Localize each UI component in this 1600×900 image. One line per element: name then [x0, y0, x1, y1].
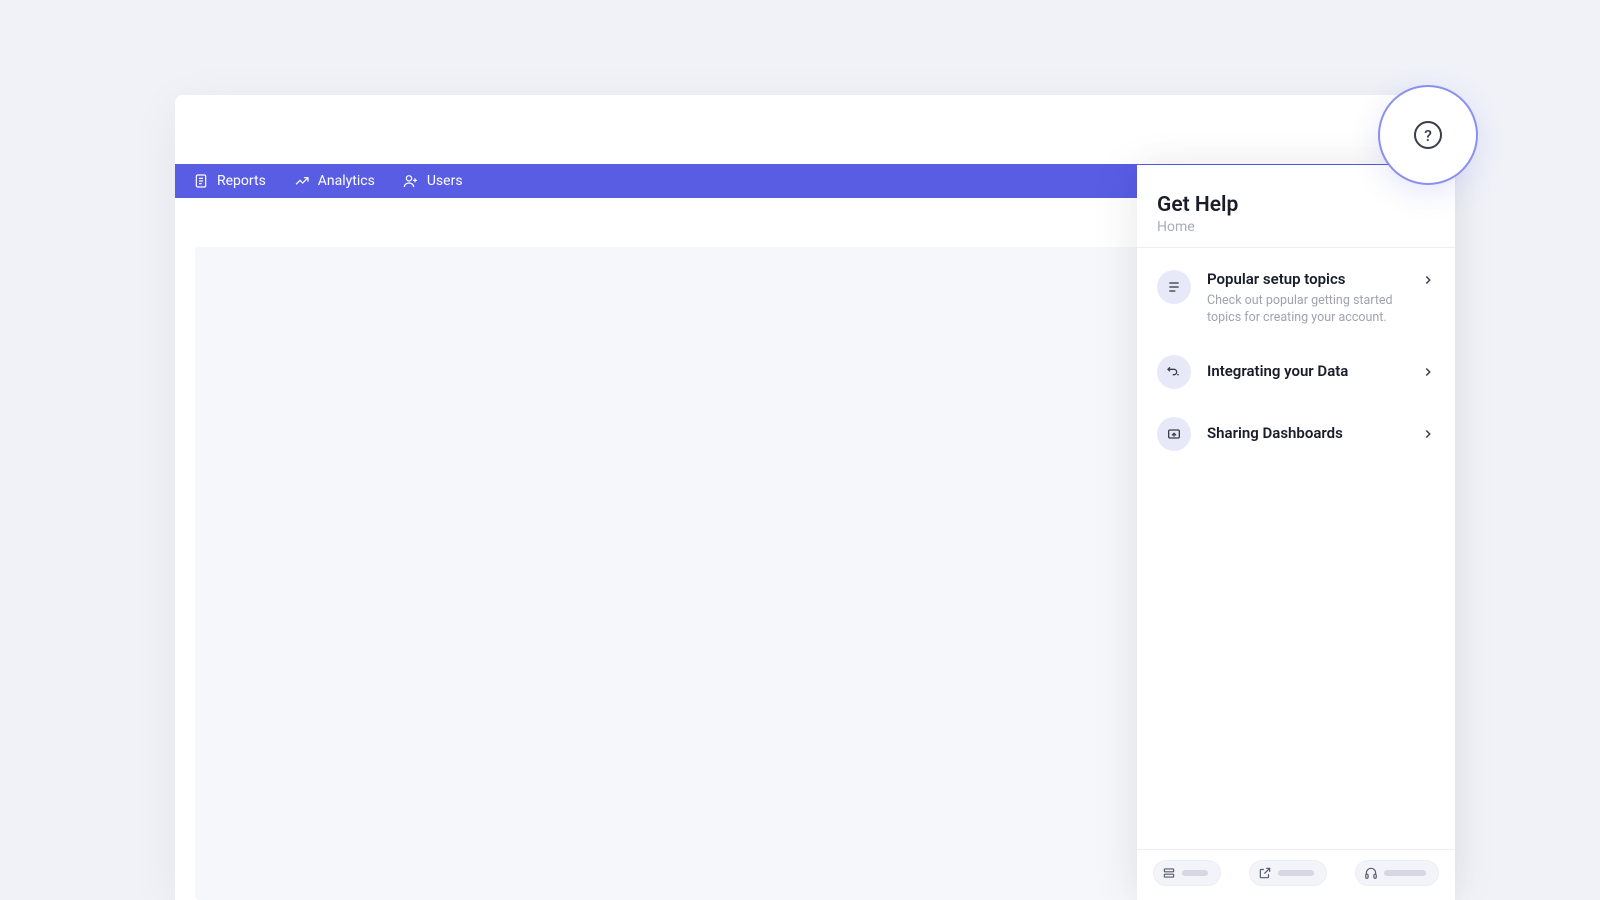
footer-action-2[interactable] [1249, 860, 1327, 886]
help-item-popular-setup[interactable]: Popular setup topics Check out popular g… [1137, 256, 1455, 341]
header-area [175, 95, 1430, 164]
headphones-icon [1364, 866, 1378, 880]
question-mark-icon: ? [1414, 121, 1442, 149]
help-items-list: Popular setup topics Check out popular g… [1137, 248, 1455, 849]
help-item-sharing-dashboards[interactable]: Sharing Dashboards [1137, 403, 1455, 465]
help-item-body: Popular setup topics Check out popular g… [1207, 270, 1405, 327]
text-lines-icon [1157, 270, 1191, 304]
footer-action-1[interactable] [1153, 860, 1221, 886]
help-item-desc: Check out popular getting started topics… [1207, 292, 1405, 327]
chevron-right-icon [1421, 427, 1435, 441]
external-link-icon [1258, 866, 1272, 880]
integration-icon [1157, 355, 1191, 389]
help-item-integrating-data[interactable]: Integrating your Data [1137, 341, 1455, 403]
help-panel-footer [1137, 849, 1455, 900]
help-trigger-button[interactable]: ? [1378, 85, 1478, 185]
chevron-right-icon [1421, 365, 1435, 379]
nav-item-label: Reports [217, 173, 266, 189]
nav-item-analytics[interactable]: Analytics [284, 167, 385, 195]
placeholder-bar [1278, 870, 1314, 876]
chart-line-icon [294, 173, 310, 189]
placeholder-bar [1384, 870, 1426, 876]
help-item-title: Popular setup topics [1207, 270, 1405, 290]
nav-item-users[interactable]: Users [393, 167, 473, 195]
help-panel: Get Help Home Popular setup topics Check… [1137, 165, 1455, 900]
nav-item-reports[interactable]: Reports [183, 167, 276, 195]
help-breadcrumb[interactable]: Home [1157, 219, 1435, 235]
help-panel-title: Get Help [1157, 193, 1435, 217]
dashboard-share-icon [1157, 417, 1191, 451]
nav-item-label: Analytics [318, 173, 375, 189]
placeholder-bar [1182, 870, 1208, 876]
help-item-body: Integrating your Data [1207, 362, 1405, 382]
document-icon [193, 173, 209, 189]
footer-action-3[interactable] [1355, 860, 1439, 886]
help-item-title: Integrating your Data [1207, 362, 1405, 382]
help-item-body: Sharing Dashboards [1207, 424, 1405, 444]
help-item-title: Sharing Dashboards [1207, 424, 1405, 444]
users-icon [403, 173, 419, 189]
nav-item-label: Users [427, 173, 463, 189]
stack-icon [1162, 866, 1176, 880]
chevron-right-icon [1421, 273, 1435, 287]
